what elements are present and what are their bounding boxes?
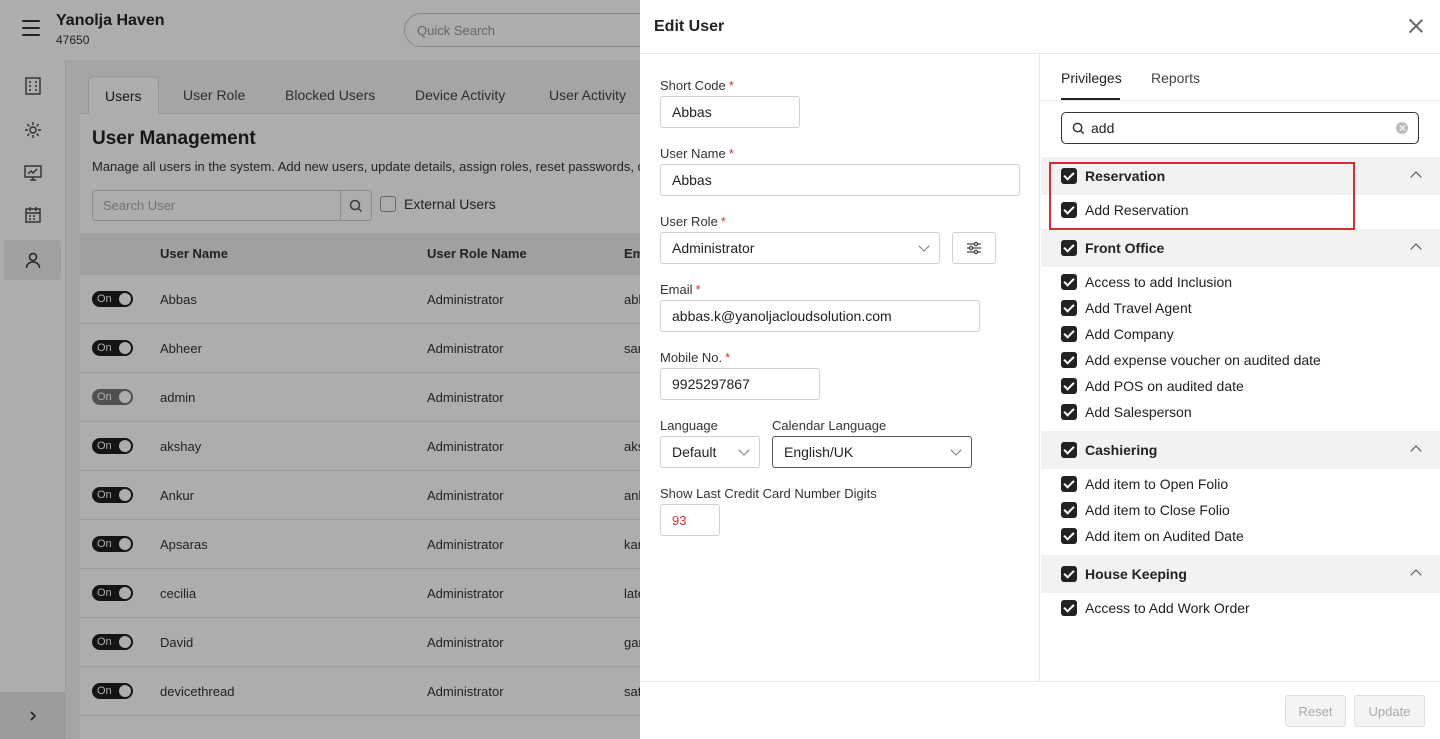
- edit-user-modal: Edit User Short Code * Abbas User Name * A…: [640, 0, 1440, 739]
- user-name-label: User Name *: [660, 146, 734, 161]
- mobile-field[interactable]: 9925297867: [660, 368, 820, 400]
- privilege-item[interactable]: Add item to Close Folio: [1041, 497, 1440, 523]
- user-role-value: Administrator: [672, 240, 755, 256]
- privilege-name: Access to add Inclusion: [1085, 274, 1233, 290]
- checkbox-icon[interactable]: [1061, 528, 1077, 544]
- privilege-name: Add Company: [1085, 326, 1174, 342]
- reset-button[interactable]: Reset: [1285, 695, 1346, 727]
- checkbox-icon[interactable]: [1061, 352, 1077, 368]
- checkbox-icon[interactable]: [1061, 274, 1077, 290]
- checkbox-icon[interactable]: [1061, 202, 1077, 218]
- checkbox-icon[interactable]: [1061, 168, 1077, 184]
- privilege-item[interactable]: Add Salesperson: [1041, 399, 1440, 425]
- modal-title: Edit User: [654, 18, 725, 35]
- close-icon[interactable]: [1408, 18, 1424, 34]
- chevron-down-icon: [918, 240, 930, 252]
- language-label: Language: [660, 418, 718, 433]
- privilege-name: Add Travel Agent: [1085, 300, 1192, 316]
- modal-footer: Reset Update: [640, 681, 1440, 739]
- chevron-up-icon[interactable]: [1410, 445, 1422, 457]
- calendar-language-label: Calendar Language: [772, 418, 887, 433]
- checkbox-icon[interactable]: [1061, 476, 1077, 492]
- checkbox-icon[interactable]: [1061, 502, 1077, 518]
- group-name: Front Office: [1085, 240, 1165, 256]
- privilege-group-house-keeping[interactable]: House Keeping: [1041, 555, 1440, 593]
- checkbox-icon[interactable]: [1061, 566, 1077, 582]
- clear-icon[interactable]: [1396, 122, 1408, 134]
- role-settings-button[interactable]: [952, 232, 996, 264]
- privilege-item[interactable]: Add Company: [1041, 321, 1440, 347]
- checkbox-icon[interactable]: [1061, 404, 1077, 420]
- short-code-field[interactable]: Abbas: [660, 96, 800, 128]
- tab-reports[interactable]: Reports: [1151, 70, 1200, 86]
- chevron-down-icon: [950, 444, 962, 456]
- privilege-search-value: add: [1091, 120, 1115, 136]
- user-role-select[interactable]: Administrator: [660, 232, 940, 264]
- modal-backdrop[interactable]: [0, 0, 640, 739]
- sliders-icon: [967, 241, 981, 255]
- short-code-label: Short Code *: [660, 78, 734, 93]
- email-label: Email *: [660, 282, 701, 297]
- privilege-group-cashiering[interactable]: Cashiering: [1041, 431, 1440, 469]
- checkbox-icon[interactable]: [1061, 240, 1077, 256]
- privilege-name: Add POS on audited date: [1085, 378, 1244, 394]
- privilege-item[interactable]: Add item on Audited Date: [1041, 523, 1440, 549]
- privilege-name: Add Reservation: [1085, 202, 1189, 218]
- calendar-language-select[interactable]: English/UK: [772, 436, 972, 468]
- privilege-item[interactable]: Add Reservation: [1041, 197, 1440, 223]
- chevron-up-icon[interactable]: [1410, 569, 1422, 581]
- update-button[interactable]: Update: [1354, 695, 1425, 727]
- tab-privileges[interactable]: Privileges: [1061, 70, 1122, 86]
- calendar-language-value: English/UK: [784, 444, 854, 460]
- privilege-name: Add item to Close Folio: [1085, 502, 1230, 518]
- mobile-label: Mobile No. *: [660, 350, 731, 365]
- group-name: Cashiering: [1085, 442, 1158, 458]
- privileges-panel: Privileges Reports add Reservation Add R…: [1041, 54, 1440, 681]
- checkbox-icon[interactable]: [1061, 326, 1077, 342]
- chevron-up-icon[interactable]: [1410, 243, 1422, 255]
- chevron-up-icon[interactable]: [1410, 171, 1422, 183]
- divider: [1041, 100, 1440, 101]
- cc-digits-field[interactable]: 93: [660, 504, 720, 536]
- checkbox-icon[interactable]: [1061, 378, 1077, 394]
- language-value: Default: [672, 444, 717, 460]
- privilege-item[interactable]: Add expense voucher on audited date: [1041, 347, 1440, 373]
- group-name: Reservation: [1085, 168, 1166, 184]
- privilege-name: Access to Add Work Order: [1085, 600, 1250, 616]
- privilege-name: Add item on Audited Date: [1085, 528, 1244, 544]
- user-form: Short Code * Abbas User Name * Abbas User …: [640, 54, 1040, 681]
- email-field[interactable]: abbas.k@yanoljacloudsolution.com: [660, 300, 980, 332]
- checkbox-icon[interactable]: [1061, 300, 1077, 316]
- modal-header: Edit User: [640, 0, 1440, 54]
- privilege-name: Add expense voucher on audited date: [1085, 352, 1321, 368]
- privilege-item[interactable]: Add POS on audited date: [1041, 373, 1440, 399]
- chevron-down-icon: [738, 444, 750, 456]
- privilege-group-reservation[interactable]: Reservation: [1041, 157, 1440, 195]
- search-icon: [1072, 122, 1085, 134]
- user-role-label: User Role *: [660, 214, 726, 229]
- privilege-item[interactable]: Access to add Inclusion: [1041, 269, 1440, 295]
- privilege-search-input[interactable]: add: [1061, 112, 1419, 144]
- privilege-item[interactable]: Add Travel Agent: [1041, 295, 1440, 321]
- group-name: House Keeping: [1085, 566, 1187, 582]
- privilege-item[interactable]: Add item to Open Folio: [1041, 471, 1440, 497]
- checkbox-icon[interactable]: [1061, 442, 1077, 458]
- checkbox-icon[interactable]: [1061, 600, 1077, 616]
- cc-digits-label: Show Last Credit Card Number Digits: [660, 486, 877, 501]
- privilege-item[interactable]: Access to Add Work Order: [1041, 595, 1440, 621]
- user-name-field[interactable]: Abbas: [660, 164, 1020, 196]
- language-select[interactable]: Default: [660, 436, 760, 468]
- privilege-group-front-office[interactable]: Front Office: [1041, 229, 1440, 267]
- privilege-name: Add item to Open Folio: [1085, 476, 1229, 492]
- privilege-name: Add Salesperson: [1085, 404, 1192, 420]
